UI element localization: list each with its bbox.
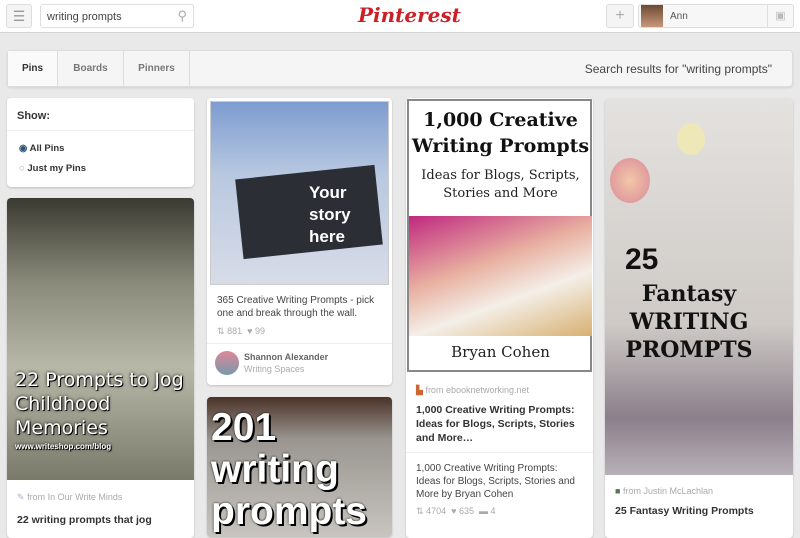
pin-source[interactable]: ▙ from ebooknetworking.net	[406, 373, 593, 396]
option-just-my-pins[interactable]: ○ Just my Pins	[19, 163, 86, 174]
source-text: from ebooknetworking.net	[425, 385, 529, 395]
source-icon: ▙	[416, 385, 423, 395]
hamburger-icon: ☰	[12, 8, 26, 24]
repin-icon: ⇅	[217, 326, 225, 336]
pin-stats: ⇅ 881 ♥ 99	[207, 320, 392, 343]
add-pin-button[interactable]: +	[606, 4, 634, 28]
pin-card[interactable]: 201 writing prompts	[207, 397, 392, 537]
pin-source[interactable]: ✎ from In Our Write Minds	[7, 480, 194, 503]
pin-title[interactable]: 1,000 Creative Writing Prompts: Ideas fo…	[406, 396, 593, 453]
like-count: 99	[254, 326, 265, 336]
pin-image[interactable]: 1,000 Creative Writing Prompts Ideas for…	[407, 99, 592, 372]
notifications-icon[interactable]: ▣	[767, 5, 793, 27]
pin-card[interactable]: Your story here 365 Creative Writing Pro…	[207, 98, 392, 385]
option-label: Just my Pins	[27, 163, 86, 174]
pin-title[interactable]: 25 Fantasy Writing Prompts	[605, 496, 793, 526]
pin-card[interactable]: 22 Prompts to Jog Childhood Memories www…	[7, 198, 194, 538]
pin-title[interactable]: 22 writing prompts that jog	[7, 503, 194, 537]
image-text: 22 Prompts to Jog Childhood Memories	[15, 369, 184, 439]
cover-author: Bryan Cohen	[451, 343, 550, 361]
tab-pins[interactable]: Pins	[8, 51, 58, 86]
cover-subtitle: Ideas for Blogs, Scripts, Stories and Mo…	[421, 168, 580, 201]
pin-image[interactable]: Your story here	[210, 101, 389, 285]
image-text: Your story here	[309, 183, 351, 246]
comment-count: 4	[490, 506, 496, 516]
tab-pinners[interactable]: Pinners	[124, 51, 190, 86]
show-label: Show:	[7, 98, 194, 131]
pin-stats: ⇅ 4704 ♥ 635 ▬ 4	[406, 501, 593, 522]
source-avatar-icon: ■	[615, 486, 621, 496]
search-value: writing prompts	[47, 11, 122, 23]
pinterest-logo[interactable]: Pinterest	[358, 3, 461, 27]
cover-title: 1,000 Creative Writing Prompts	[411, 109, 590, 157]
pin-card[interactable]: 25 Fantasy WRITING PROMPTS ■ from Justin…	[605, 98, 793, 538]
show-filter: Show: ◉ All Pins ○ Just my Pins	[7, 98, 194, 187]
pinner-info[interactable]: Shannon Alexander Writing Spaces	[207, 343, 392, 383]
option-label: All Pins	[29, 143, 65, 154]
pin-card[interactable]: 1,000 Creative Writing Prompts Ideas for…	[406, 98, 593, 538]
image-text: 201 writing prompts	[211, 406, 367, 533]
radio-icon[interactable]: ○	[19, 163, 25, 174]
plus-icon: +	[615, 7, 625, 24]
board-name[interactable]: Writing Spaces	[244, 364, 304, 374]
user-menu[interactable]: Ann ▣	[638, 4, 794, 28]
pin-source[interactable]: ■ from Justin McLachlan	[605, 475, 793, 496]
tab-boards[interactable]: Boards	[58, 51, 124, 86]
like-count: 635	[458, 506, 474, 516]
search-input[interactable]: writing prompts ⚲	[40, 4, 194, 28]
pinner-avatar[interactable]	[215, 351, 239, 375]
image-text: Fantasy WRITING PROMPTS	[625, 281, 753, 363]
search-results-label: Search results for "writing prompts"	[584, 62, 772, 76]
avatar	[641, 5, 663, 27]
image-url-text: www.writeshop.com/blog	[15, 442, 112, 451]
repin-icon: ⇅	[416, 506, 424, 516]
image-number: 25	[625, 243, 659, 276]
heart-icon: ♥	[247, 326, 253, 336]
pen-icon: ✎	[17, 492, 25, 502]
source-text: from In Our Write Minds	[27, 492, 123, 502]
repin-count: 4704	[426, 506, 447, 516]
top-header: ☰ writing prompts ⚲ Pinterest + Ann ▣	[0, 0, 800, 33]
pin-description: 1,000 Creative Writing Prompts: Ideas fo…	[416, 463, 575, 500]
search-icon[interactable]: ⚲	[177, 8, 187, 24]
radio-selected-icon[interactable]: ◉	[19, 143, 27, 154]
pin-image[interactable]: 22 Prompts to Jog Childhood Memories www…	[7, 198, 194, 480]
pinner-name[interactable]: Shannon Alexander	[244, 352, 328, 362]
option-all-pins[interactable]: ◉ All Pins	[19, 143, 64, 154]
comment-icon: ▬	[479, 506, 489, 516]
menu-button[interactable]: ☰	[6, 4, 32, 28]
source-text: from Justin McLachlan	[622, 486, 713, 496]
heart-icon: ♥	[451, 506, 457, 516]
search-tabs: Pins Boards Pinners Search results for "…	[7, 50, 793, 87]
pin-description: 365 Creative Writing Prompts - pick one …	[217, 295, 375, 319]
pin-image[interactable]: 25 Fantasy WRITING PROMPTS	[605, 98, 793, 475]
repin-count: 881	[227, 326, 243, 336]
user-name: Ann	[670, 11, 688, 22]
